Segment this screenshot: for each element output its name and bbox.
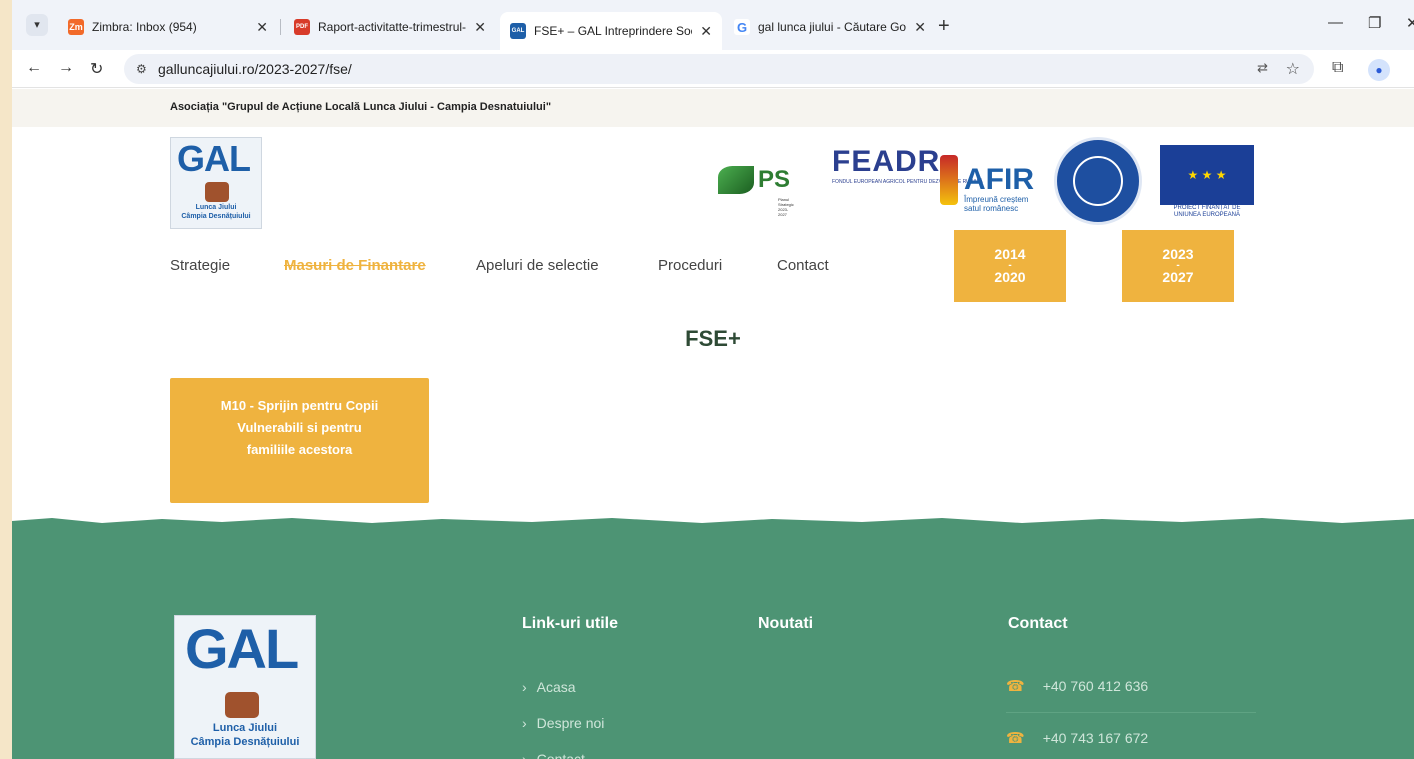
nav-apeluri-de-selectie[interactable]: Apeluri de selectie — [476, 257, 599, 274]
phone-icon: ☎ — [1006, 678, 1025, 695]
footer-news-title: Noutati — [758, 615, 814, 632]
bookmark-star-icon[interactable]: ☆ — [1286, 59, 1300, 79]
afir-logo: AFIR Împreună creștem satul românesc — [940, 145, 1034, 215]
measure-line2: Vulnerabili si pentru — [237, 420, 362, 435]
footer-link-label: Contact — [536, 751, 585, 759]
period-to: 2027 — [1162, 269, 1194, 285]
contact-phone-2[interactable]: ☎ +40 743 167 672 — [1006, 729, 1256, 759]
afir-sub1: Împreună creștem — [964, 195, 1029, 204]
logo-line1: Lunca Jiului — [195, 204, 237, 211]
nav-masuri-de-finantare[interactable]: Masuri de Finantare — [284, 257, 426, 274]
tab-bar: ▾ Zm Zimbra: Inbox (954) ✕ PDF Raport-ac… — [12, 0, 1414, 50]
footer-link-contact[interactable]: › Contact — [522, 751, 585, 759]
tab-raport[interactable]: PDF Raport-activitatte-trimestrul-1.p ✕ — [284, 12, 496, 42]
new-tab-icon[interactable]: + — [938, 15, 950, 38]
footer-links-title: Link-uri utile — [522, 615, 618, 632]
coat-of-arms-icon — [1073, 156, 1123, 206]
translate-icon[interactable]: ⇄ — [1257, 60, 1268, 76]
measure-m10-button[interactable]: M10 - Sprijin pentru Copii Vulnerabili s… — [170, 378, 429, 503]
feadr-text: FEADR — [832, 145, 941, 178]
tab-google[interactable]: G gal lunca jiului - Căutare Googl ✕ — [724, 12, 936, 42]
forward-icon[interactable]: → — [58, 59, 74, 77]
afir-sub2: satul românesc — [964, 204, 1019, 213]
association-name: Asociația "Grupul de Acțiune Locală Lunc… — [170, 101, 552, 113]
phone-icon: ☎ — [1006, 730, 1025, 747]
association-strip: Asociația "Grupul de Acțiune Locală Lunc… — [12, 89, 1414, 127]
tab-search-icon[interactable]: ▾ — [26, 14, 48, 36]
tab-title: gal lunca jiului - Căutare Googl — [758, 20, 907, 34]
footer: GAL Lunca Jiului Câmpia Desnățuiului Lin… — [12, 515, 1414, 759]
browser-window: ▾ Zm Zimbra: Inbox (954) ✕ PDF Raport-ac… — [12, 0, 1414, 759]
ps-text: PS — [758, 166, 791, 193]
tab-zimbra[interactable]: Zm Zimbra: Inbox (954) ✕ — [58, 12, 278, 42]
tab-title: FSE+ – GAL Intreprindere Social — [534, 24, 693, 38]
tractor-icon — [225, 692, 259, 718]
phone-number: +40 743 167 672 — [1042, 730, 1149, 746]
chevron-right-icon: › — [522, 679, 527, 695]
eu-text-1: PROIECT FINANȚAT DE — [1173, 205, 1241, 211]
pdf-icon: PDF — [294, 19, 310, 35]
footer-link-label: Despre noi — [536, 715, 605, 731]
afir-text: AFIR — [964, 163, 1034, 196]
gal-favicon-icon: GAL — [510, 23, 526, 39]
url-text[interactable]: galluncajiului.ro/2023-2027/fse/ — [158, 61, 352, 77]
footer-logo-line2: Câmpia Desnățuiului — [190, 736, 300, 748]
nav-proceduri[interactable]: Proceduri — [658, 257, 722, 274]
torn-edge — [12, 515, 1414, 523]
close-icon[interactable]: ✕ — [474, 19, 486, 36]
tab-title: Zimbra: Inbox (954) — [92, 20, 197, 34]
window-close-icon[interactable]: ✕ — [1406, 14, 1414, 32]
nav-contact[interactable]: Contact — [777, 257, 829, 274]
eu-text-2: UNIUNEA EUROPEANĂ — [1173, 212, 1240, 218]
contact-phone-1[interactable]: ☎ +40 760 412 636 — [1006, 677, 1256, 713]
eu-logo: ★ ★ ★ PROIECT FINANȚAT DE UNIUNEA EUROPE… — [1160, 145, 1254, 223]
page-title: FSE+ — [685, 326, 741, 351]
logo-line2: Câmpia Desnățuiului — [181, 213, 251, 220]
footer-link-label: Acasa — [536, 679, 576, 695]
web-page: Asociația "Grupul de Acțiune Locală Lunc… — [12, 89, 1414, 759]
period-2014-2020-button[interactable]: 2014 - 2020 — [954, 230, 1066, 302]
footer-logo-text: GAL — [185, 617, 299, 680]
tractor-icon — [205, 182, 229, 202]
afir-emblem-icon — [940, 155, 958, 205]
site-logo[interactable]: GAL Lunca Jiului Câmpia Desnățuiului — [170, 137, 262, 229]
footer-link-despre-noi[interactable]: › Despre noi — [522, 715, 604, 731]
chevron-right-icon: › — [522, 715, 527, 731]
ps-subtext: Planul Strategic 2023-2027 — [778, 197, 794, 217]
close-icon[interactable]: ✕ — [914, 19, 926, 36]
footer-logo[interactable]: GAL Lunca Jiului Câmpia Desnățuiului — [174, 615, 316, 759]
footer-link-acasa[interactable]: › Acasa — [522, 679, 576, 695]
ps-leaf-icon — [718, 166, 754, 194]
google-icon: G — [734, 19, 750, 35]
close-icon[interactable]: ✕ — [700, 23, 712, 40]
zimbra-icon: Zm — [68, 19, 84, 35]
ps-logo: PS Planul Strategic 2023-2027 — [718, 145, 794, 217]
footer-logo-line1: Lunca Jiului — [212, 722, 278, 734]
logo-text: GAL — [177, 138, 251, 179]
period-2023-2027-button[interactable]: 2023 - 2027 — [1122, 230, 1234, 302]
site-info-icon[interactable]: ⚙ — [136, 62, 147, 76]
footer-contact-title: Contact — [1008, 615, 1068, 632]
afir-subtext: Împreună creștem satul românesc — [964, 195, 1028, 213]
chevron-right-icon: › — [522, 751, 527, 759]
tab-title: Raport-activitatte-trimestrul-1.p — [318, 20, 467, 34]
measure-line1: M10 - Sprijin pentru Copii — [220, 398, 379, 413]
period-to: 2020 — [994, 269, 1026, 285]
address-bar: ← → ↻ ⚙ galluncajiului.ro/2023-2027/fse/… — [12, 50, 1414, 88]
minimize-icon[interactable]: — — [1328, 14, 1343, 31]
nav-strategie[interactable]: Strategie — [170, 257, 230, 274]
restore-icon[interactable]: ❐ — [1368, 14, 1381, 32]
omnibox[interactable]: ⚙ galluncajiului.ro/2023-2027/fse/ ⇄ ☆ — [124, 54, 1314, 84]
tab-fse-active[interactable]: GAL FSE+ – GAL Intreprindere Social ✕ — [500, 12, 722, 50]
government-seal-logo — [1054, 137, 1142, 225]
measure-line3: familiile acestora — [246, 442, 353, 457]
profile-avatar-icon[interactable]: ● — [1368, 59, 1390, 81]
reload-icon[interactable]: ↻ — [90, 59, 103, 79]
tab-divider — [280, 19, 281, 35]
eu-flag-icon: ★ ★ ★ — [1160, 145, 1254, 205]
phone-number: +40 760 412 636 — [1042, 678, 1149, 694]
back-icon[interactable]: ← — [26, 59, 42, 77]
close-icon[interactable]: ✕ — [256, 19, 268, 36]
extensions-icon[interactable]: ⧉ — [1332, 59, 1343, 77]
